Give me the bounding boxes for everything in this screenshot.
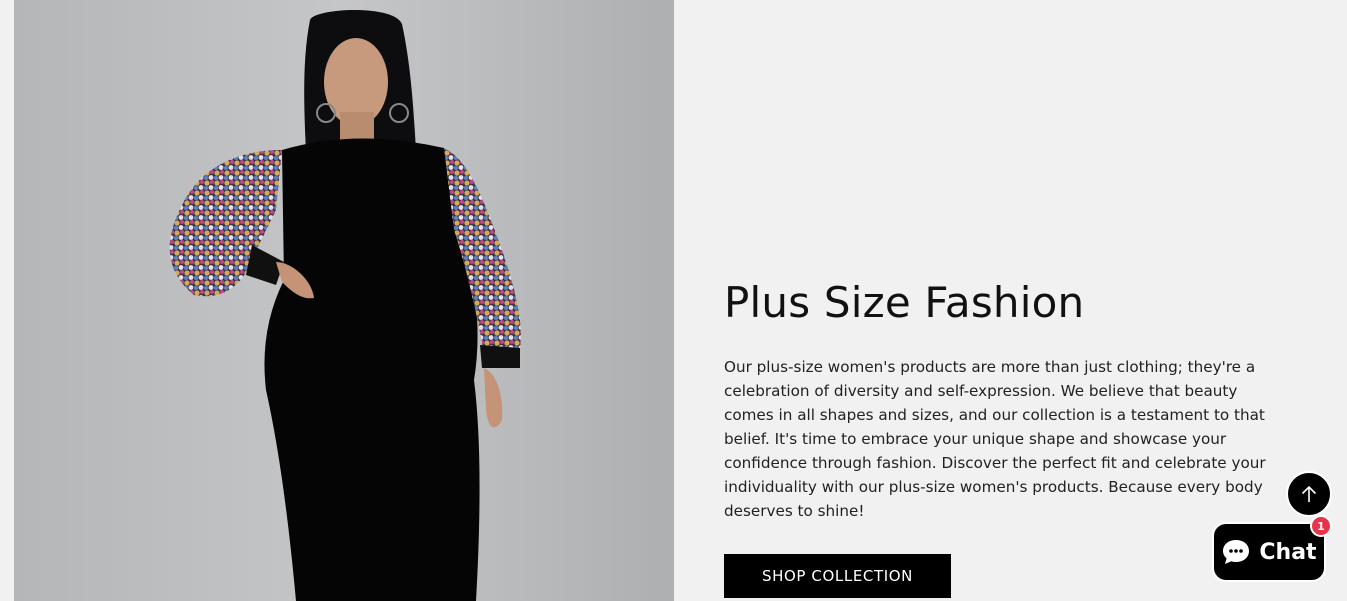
left-gutter: [0, 0, 14, 601]
model-photo: [14, 0, 674, 601]
chat-bubble-icon: [1223, 540, 1250, 564]
chat-button[interactable]: Chat: [1212, 522, 1326, 582]
content-panel: Plus Size Fashion Our plus-size women's …: [674, 0, 1347, 601]
content-inner: Plus Size Fashion Our plus-size women's …: [724, 275, 1304, 523]
section-title: Plus Size Fashion: [724, 278, 1085, 327]
section-description: Our plus-size women's products are more …: [724, 358, 1266, 520]
hero-image: [14, 0, 674, 601]
back-to-top-button[interactable]: [1286, 471, 1332, 517]
chat-label: Chat: [1259, 539, 1317, 565]
shop-collection-button[interactable]: SHOP COLLECTION: [724, 554, 951, 598]
page: Plus Size Fashion Our plus-size women's …: [0, 0, 1347, 601]
arrow-up-icon: [1301, 485, 1317, 502]
chat-notification-badge: 1: [1310, 515, 1332, 537]
